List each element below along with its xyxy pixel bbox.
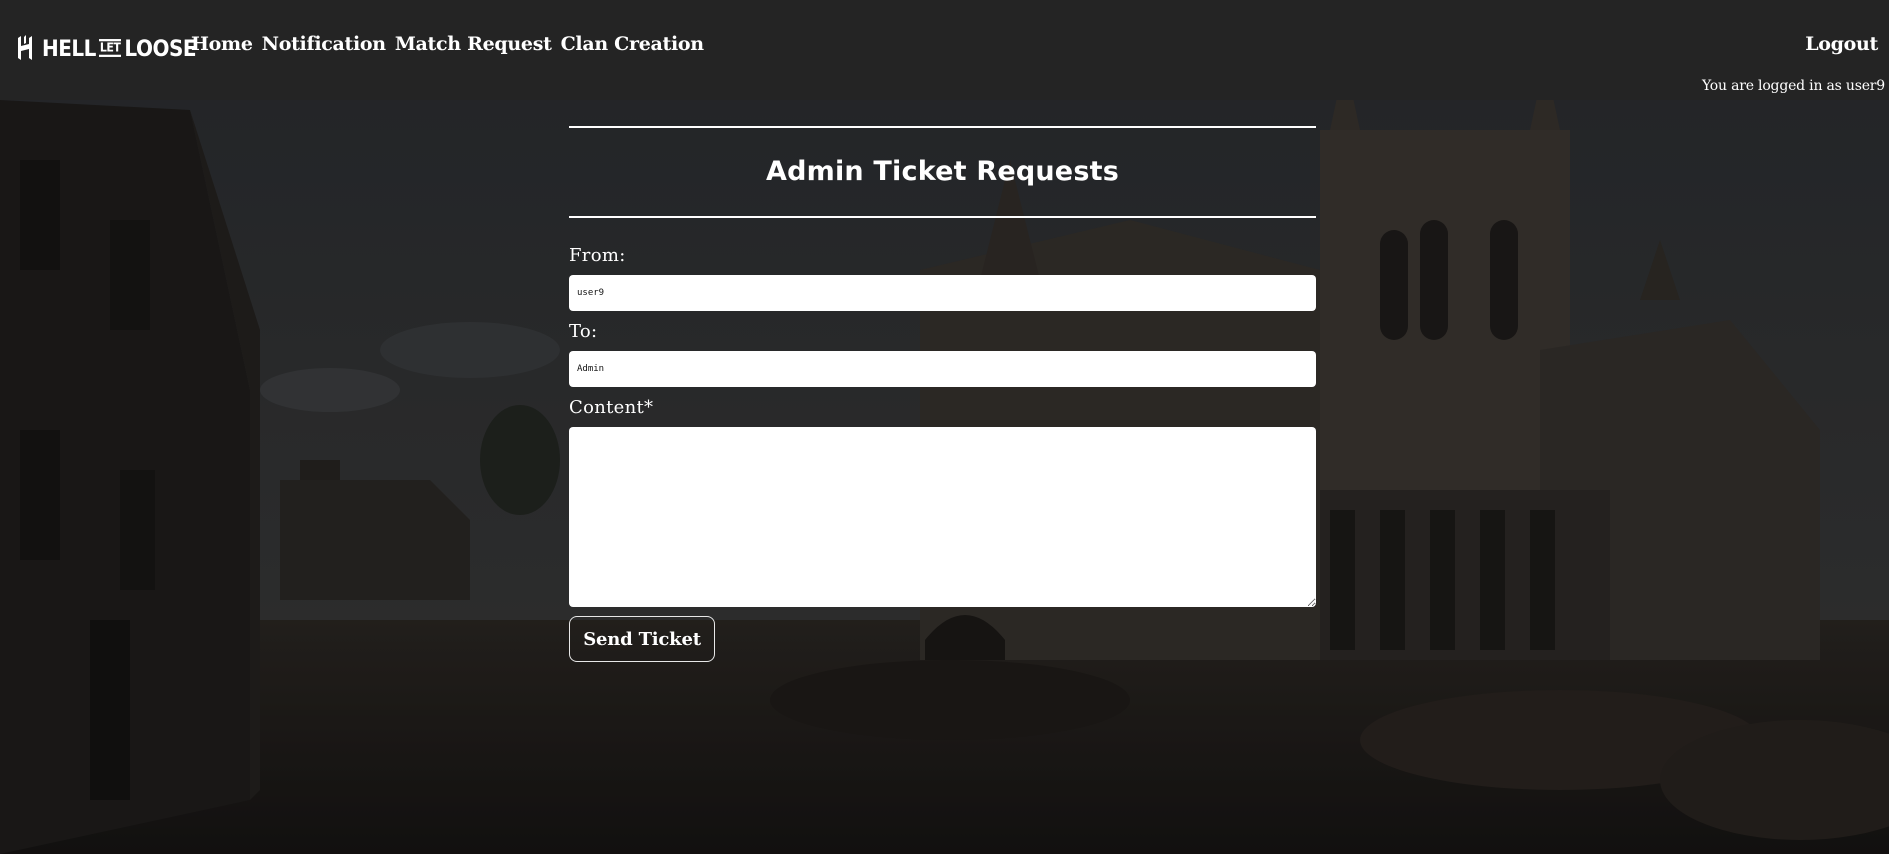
send-ticket-button[interactable]: Send Ticket — [569, 616, 715, 662]
content-label: Content* — [569, 397, 654, 418]
from-label: From: — [569, 245, 626, 266]
logout-link[interactable]: Logout — [1805, 33, 1878, 55]
page-title: Admin Ticket Requests — [766, 156, 1119, 187]
logo-word-hell: HELL — [42, 34, 96, 62]
hell-let-loose-logo-icon — [18, 35, 32, 60]
nav-clan-creation-link[interactable]: Clan Creation — [561, 33, 705, 55]
nav-home-link[interactable]: Home — [191, 33, 253, 55]
to-field[interactable] — [569, 351, 1316, 387]
content-textarea[interactable] — [569, 427, 1316, 607]
logo-word-loose: LOOSE — [124, 34, 197, 62]
nav-notification-link[interactable]: Notification — [262, 33, 386, 55]
logged-in-status: You are logged in as user9 — [1701, 78, 1885, 94]
main-nav: Home Notification Match Request Clan Cre… — [191, 33, 704, 55]
logo-wordmark: HELL LET LOOSE — [42, 34, 197, 62]
from-field[interactable] — [569, 275, 1316, 311]
top-navigation-bar: HELL LET LOOSE Home Notification Match R… — [0, 0, 1889, 100]
nav-match-request-link[interactable]: Match Request — [395, 33, 552, 55]
logo-word-let: LET — [98, 39, 122, 57]
admin-ticket-form: Admin Ticket Requests From: To: Content*… — [569, 126, 1316, 662]
title-bottom-divider — [569, 216, 1316, 218]
to-label: To: — [569, 321, 598, 342]
logo-home-link[interactable]: HELL LET LOOSE — [16, 34, 197, 62]
